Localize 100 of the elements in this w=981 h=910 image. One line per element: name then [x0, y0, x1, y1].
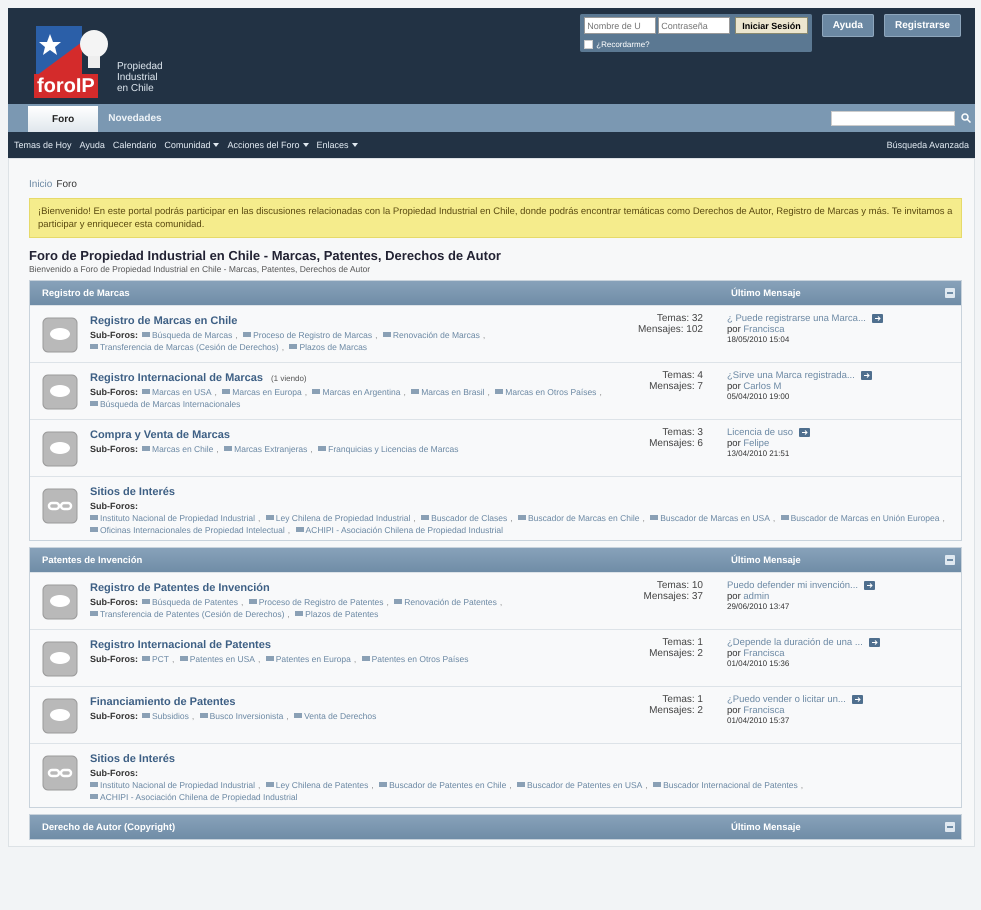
- nav-link[interactable]: Ayuda: [80, 140, 105, 150]
- nav-link[interactable]: Temas de Hoy: [14, 140, 72, 150]
- subforum-link[interactable]: Marcas en USA: [142, 386, 212, 398]
- post-date: 01/04/2010 15:36: [727, 659, 790, 668]
- author-link[interactable]: Felipe: [743, 438, 770, 449]
- subforum-link[interactable]: Marcas en Europa: [222, 386, 302, 398]
- last-post-link[interactable]: ¿ Puede registrarse una Marca...: [727, 313, 866, 324]
- subforum-link[interactable]: Marcas en Otros Países: [495, 386, 596, 398]
- forum-link[interactable]: Compra y Venta de Marcas: [90, 429, 230, 441]
- nav-link[interactable]: Comunidad: [164, 140, 220, 150]
- subforum-link[interactable]: Plazos de Marcas: [289, 341, 368, 353]
- forum-link[interactable]: Registro Internacional de Marcas: [90, 372, 263, 384]
- author-link[interactable]: Francisca: [743, 648, 785, 659]
- last-post-link[interactable]: ¿Depende la duración de una ...: [727, 637, 863, 648]
- post-count: Mensajes: 37: [644, 591, 703, 602]
- subforum-link[interactable]: Ley Chilena de Patentes: [266, 779, 368, 791]
- section-title[interactable]: Registro de Marcas: [42, 288, 731, 298]
- breadcrumb-link[interactable]: Foro: [56, 179, 77, 190]
- subforum-link[interactable]: Buscador de Patentes en USA: [517, 779, 642, 791]
- subforum-link[interactable]: Busco Inversionista: [200, 710, 284, 722]
- go-to-post-icon[interactable]: [852, 695, 863, 704]
- nav-tab[interactable]: Novedades: [98, 106, 172, 130]
- last-post-link[interactable]: ¿Sirve una Marca registrada...: [727, 370, 855, 381]
- login-button[interactable]: Iniciar Sesión: [735, 17, 808, 34]
- remember-checkbox[interactable]: [584, 40, 594, 49]
- subforum-link[interactable]: Buscador de Patentes en Chile: [379, 779, 506, 791]
- subforum-link[interactable]: Patentes en Otros Países: [362, 653, 468, 665]
- forum-link[interactable]: Sitios de Interés: [90, 486, 175, 498]
- go-to-post-icon[interactable]: [868, 638, 880, 647]
- username-field[interactable]: Nombre de U: [584, 17, 656, 34]
- last-post-heading: Último Mensaje: [731, 288, 802, 298]
- search-field[interactable]: [831, 110, 955, 126]
- subforum-link[interactable]: Ley Chilena de Propiedad Industrial: [266, 512, 410, 524]
- subforum-link[interactable]: Buscador Internacional de Patentes: [653, 779, 798, 791]
- subforum-link[interactable]: Transferencia de Patentes (Cesión de Derechos): [90, 608, 284, 620]
- subforum-link[interactable]: Marcas en Chile: [142, 443, 214, 455]
- header-button[interactable]: Ayuda: [822, 14, 874, 37]
- author-link[interactable]: Francisca: [743, 324, 785, 335]
- subforum-link[interactable]: Franquicias y Licencias de Marcas: [318, 443, 459, 455]
- subforum-link[interactable]: Buscador de Clases: [421, 512, 508, 524]
- subforum-link[interactable]: Subsidios: [142, 710, 189, 722]
- collapse-icon[interactable]: [945, 822, 955, 832]
- go-to-post-icon[interactable]: [860, 371, 872, 380]
- subforum-link[interactable]: Instituto Nacional de Propiedad Industrial: [90, 779, 255, 791]
- forum-link[interactable]: Registro de Marcas en Chile: [90, 315, 238, 327]
- remember-label: ¿Recordarme?: [596, 40, 650, 49]
- subforum-link[interactable]: Patentes en Europa: [266, 653, 351, 665]
- subforums-label: Sub-Foros:: [90, 597, 138, 607]
- separator-comma: ,: [258, 513, 260, 523]
- header-button[interactable]: Registrarse: [884, 14, 961, 37]
- author-link[interactable]: Francisca: [743, 705, 785, 716]
- subforum-link[interactable]: Marcas en Brasil: [411, 386, 485, 398]
- subforum-link[interactable]: Buscador de Marcas en Chile: [518, 512, 640, 524]
- nav-link[interactable]: Acciones del Foro: [227, 140, 308, 150]
- collapse-icon[interactable]: [945, 555, 955, 565]
- subforum-link[interactable]: Marcas Extranjeras: [224, 443, 308, 455]
- author-link[interactable]: Carlos M: [743, 381, 782, 392]
- password-field[interactable]: Contraseña: [658, 17, 730, 34]
- last-post-link[interactable]: ¿Puedo vender o licitar un...: [727, 694, 846, 705]
- subforum-link[interactable]: Proceso de Registro de Patentes: [248, 596, 384, 608]
- subforum-link[interactable]: Búsqueda de Patentes: [142, 596, 238, 608]
- topic-count: Temas: 32: [656, 313, 703, 324]
- subforum-link[interactable]: Instituto Nacional de Propiedad Industrial: [90, 512, 255, 524]
- subforum-link[interactable]: Renovación de Patentes: [394, 596, 497, 608]
- advanced-search-link[interactable]: Búsqueda Avanzada: [886, 140, 969, 150]
- section-title[interactable]: Derecho de Autor (Copyright): [42, 822, 731, 832]
- go-to-post-icon[interactable]: [864, 581, 875, 590]
- subforum-link[interactable]: Búsqueda de Marcas: [142, 329, 232, 341]
- subforum-link[interactable]: Patentes en USA: [180, 653, 255, 665]
- subforum-link[interactable]: Proceso de Registro de Marcas: [243, 329, 372, 341]
- separator-comma: ,: [235, 330, 238, 340]
- collapse-icon[interactable]: [945, 288, 955, 298]
- breadcrumb-link[interactable]: Inicio: [29, 179, 52, 190]
- subforum-link[interactable]: Plazos de Patentes: [295, 608, 378, 620]
- subforum-link[interactable]: ACHIPI - Asociación Chilena de Propiedad Industrial: [296, 524, 504, 536]
- subforum-link[interactable]: PCT: [142, 653, 169, 665]
- forum-link[interactable]: Sitios de Interés: [90, 753, 175, 765]
- go-to-post-icon[interactable]: [872, 314, 883, 323]
- nav-link[interactable]: Calendario: [112, 140, 156, 150]
- subforum-link[interactable]: Marcas en Argentina: [312, 386, 400, 398]
- search-icon[interactable]: [961, 113, 971, 123]
- go-to-post-icon[interactable]: [799, 428, 810, 437]
- nav-link[interactable]: Enlaces: [316, 140, 358, 150]
- forum-link[interactable]: Financiamiento de Patentes: [90, 696, 236, 708]
- section-title[interactable]: Patentes de Invención: [42, 554, 731, 566]
- last-post-link[interactable]: Puedo defender mi invención...: [727, 580, 858, 591]
- subforum-link[interactable]: Oficinas Internacionales de Propiedad Intelectual: [90, 524, 285, 536]
- subforum-link[interactable]: Transferencia de Marcas (Cesión de Derechos): [90, 341, 279, 353]
- subforum-link[interactable]: ACHIPI - Asociación Chilena de Propiedad Industrial: [90, 791, 298, 803]
- subforum-link[interactable]: Renovación de Marcas: [382, 329, 480, 341]
- nav-tab[interactable]: Foro: [28, 106, 98, 132]
- forum-link[interactable]: Registro Internacional de Patentes: [90, 639, 271, 651]
- subforum-link[interactable]: Buscador de Marcas en USA: [650, 512, 770, 524]
- subforum-link[interactable]: Buscador de Marcas en Unión Europea: [780, 512, 940, 524]
- subforum-link[interactable]: Venta de Derechos: [294, 710, 376, 722]
- post-count: Mensajes: 6: [649, 438, 703, 449]
- subforum-link[interactable]: Búsqueda de Marcas Internacionales: [90, 398, 240, 410]
- author-link[interactable]: admin: [743, 591, 770, 602]
- forum-link[interactable]: Registro de Patentes de Invención: [90, 582, 270, 594]
- last-post-link[interactable]: Licencia de uso: [727, 427, 794, 438]
